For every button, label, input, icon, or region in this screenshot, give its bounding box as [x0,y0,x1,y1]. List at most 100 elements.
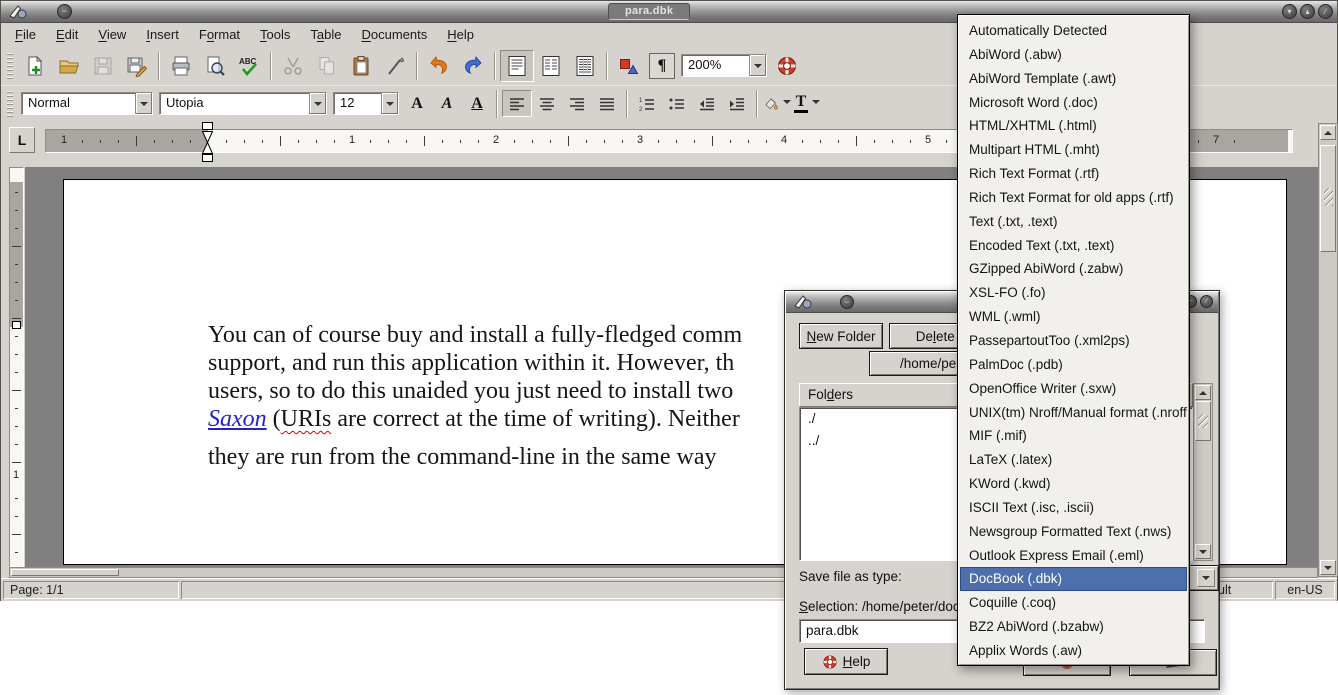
format-option[interactable]: Outlook Express Email (.eml) [960,544,1187,568]
format-option[interactable]: AbiWord (.abw) [960,43,1187,67]
document-text[interactable]: You can of course buy and install a full… [208,321,786,496]
format-option[interactable]: OpenOffice Writer (.sxw) [960,377,1187,401]
format-option[interactable]: ISCII Text (.isc, .iscii) [960,496,1187,520]
menu-documents[interactable]: Documents [352,24,438,45]
spellcheck-button[interactable]: ABC [232,50,266,82]
menu-insert[interactable]: Insert [136,24,189,45]
format-option[interactable]: BZ2 AbiWord (.bzabw) [960,615,1187,639]
top-margin-handle[interactable] [12,321,21,329]
chevron-down-icon[interactable] [135,93,152,114]
format-option[interactable]: UNIX(tm) Nroff/Manual format (.nroff) [960,401,1187,425]
new-folder-button[interactable]: New Folder [799,323,883,349]
highlight-color-button[interactable] [762,90,792,117]
help-button[interactable] [770,50,804,82]
align-justify-button[interactable] [592,90,622,117]
folders-list[interactable]: ./../ [799,407,961,561]
indent-marker[interactable] [200,122,215,167]
vertical-scroll-thumb[interactable] [1320,145,1336,252]
files-scroll-thumb[interactable] [1195,401,1211,441]
new-document-button[interactable] [18,50,52,82]
zoom-combo[interactable]: 200% [681,54,767,77]
format-option[interactable]: Rich Text Format (.rtf) [960,162,1187,186]
menu-format[interactable]: Format [189,24,250,45]
folder-item[interactable]: ../ [800,430,960,452]
bold-button[interactable]: A [402,90,432,117]
maximize-button[interactable]: ▴ [1300,4,1315,19]
menu-tools[interactable]: Tools [250,24,300,45]
save-as-button[interactable] [120,50,154,82]
decrease-indent-button[interactable] [692,90,722,117]
redo-button[interactable] [456,50,490,82]
size-combo[interactable]: 12 [333,92,399,115]
view-grid-button[interactable] [568,50,602,82]
format-option[interactable]: MIF (.mif) [960,424,1187,448]
window-menu-button[interactable]: − [57,4,72,19]
dialog-close-button[interactable]: ∕ [1200,295,1213,308]
chevron-down-icon[interactable] [749,55,766,76]
tab-stop-selector[interactable]: L [9,127,35,153]
format-option[interactable]: AbiWord Template (.awt) [960,67,1187,91]
format-option[interactable]: Multipart HTML (.mht) [960,138,1187,162]
view-columns-button[interactable] [534,50,568,82]
numbered-list-button[interactable]: 12 [632,90,662,117]
chevron-down-icon[interactable] [1197,569,1215,587]
format-option[interactable]: PassepartoutToo (.xml2ps) [960,329,1187,353]
format-option[interactable]: WML (.wml) [960,305,1187,329]
open-document-button[interactable] [52,50,86,82]
format-option[interactable]: Newsgroup Formatted Text (.nws) [960,520,1187,544]
format-option[interactable]: Microsoft Word (.doc) [960,91,1187,115]
stylus-button[interactable] [378,50,412,82]
align-right-button[interactable] [562,90,592,117]
view-normal-button[interactable] [500,50,534,82]
vertical-scrollbar[interactable] [1318,123,1338,577]
format-option[interactable]: Rich Text Format for old apps (.rtf) [960,186,1187,210]
chevron-down-icon[interactable] [381,93,398,114]
style-combo[interactable]: Normal [21,92,153,115]
chevron-down-icon[interactable] [309,93,326,114]
help-button[interactable]: Help [804,648,888,675]
toolbar-grip[interactable] [7,91,13,117]
menu-view[interactable]: View [88,24,136,45]
files-scrollbar[interactable] [1193,383,1213,561]
close-button[interactable]: ∕ [1318,4,1333,19]
font-combo[interactable]: Utopia [159,92,327,115]
dialog-menu-button[interactable]: − [840,295,854,309]
folders-header[interactable]: Folders [799,383,961,407]
toolbar-grip[interactable] [7,53,13,79]
scroll-down-icon[interactable] [1195,544,1211,559]
scroll-down-icon[interactable] [1320,560,1336,575]
menu-help[interactable]: Help [437,24,484,45]
scroll-up-icon[interactable] [1320,125,1336,140]
format-option[interactable]: Automatically Detected [960,19,1187,43]
zoom-whole-page-button[interactable] [612,50,646,82]
saxon-hyperlink[interactable]: Saxon [208,406,267,432]
format-option[interactable]: DocBook (.dbk) [960,567,1187,591]
format-option[interactable]: Applix Words (.aw) [960,639,1187,663]
format-option[interactable]: PalmDoc (.pdb) [960,353,1187,377]
italic-button[interactable]: A [432,90,462,117]
format-option[interactable]: GZipped AbiWord (.zabw) [960,257,1187,281]
format-option[interactable]: HTML/XHTML (.html) [960,114,1187,138]
paste-button[interactable] [344,50,378,82]
bullet-list-button[interactable] [662,90,692,117]
format-option[interactable]: Coquille (.coq) [960,591,1187,615]
align-center-button[interactable] [532,90,562,117]
format-option[interactable]: Encoded Text (.txt, .text) [960,234,1187,258]
chevron-down-icon[interactable] [812,95,820,113]
chevron-down-icon[interactable] [783,95,791,113]
align-left-button[interactable] [502,90,532,117]
print-button[interactable] [164,50,198,82]
format-option[interactable]: XSL-FO (.fo) [960,281,1187,305]
format-option[interactable]: Text (.txt, .text) [960,210,1187,234]
menu-edit[interactable]: Edit [46,24,88,45]
scroll-up-icon[interactable] [1195,385,1211,400]
underline-button[interactable]: A [462,90,492,117]
folder-item[interactable]: ./ [800,408,960,430]
format-option[interactable]: LaTeX (.latex) [960,448,1187,472]
horizontal-scroll-thumb[interactable] [11,569,119,576]
shade-button[interactable]: ▾ [1282,4,1297,19]
menu-file[interactable]: File [5,24,46,45]
menu-table[interactable]: Table [300,24,351,45]
font-color-button[interactable]: T [792,90,822,117]
increase-indent-button[interactable] [722,90,752,117]
